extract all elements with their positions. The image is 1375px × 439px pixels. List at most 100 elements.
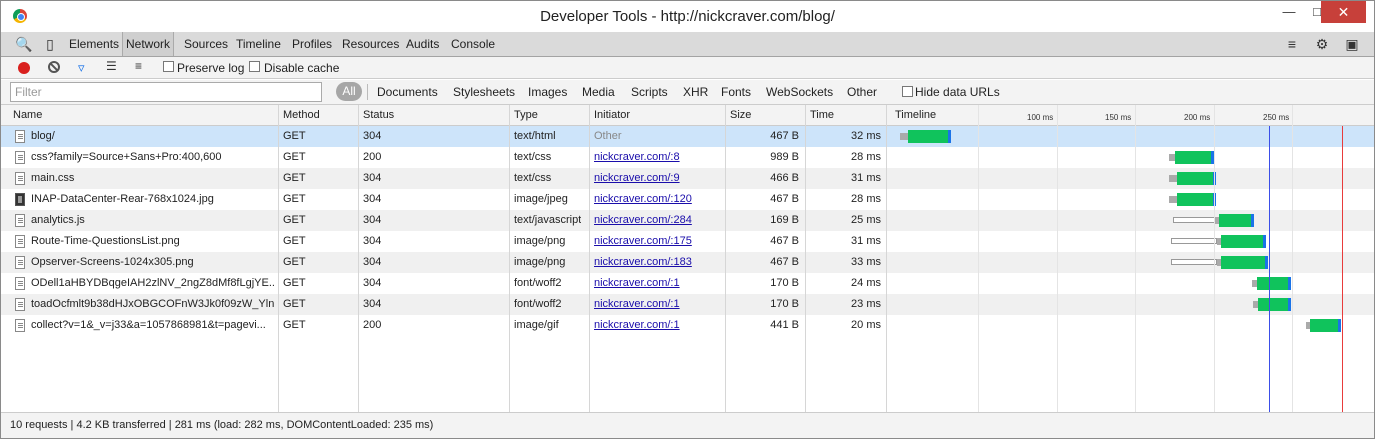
request-row[interactable]: ODell1aHBYDBqgeIAH2zlNV_2ngZ8dMf8fLgjYE.… — [1, 273, 1374, 294]
document-icon — [15, 130, 25, 143]
request-row[interactable]: toadOcfmlt9b38dHJxOBGCOFnW3Jk0f09zW_Yln.… — [1, 294, 1374, 315]
request-row[interactable]: blog/ GET 304 text/html Other 467 B 32 m… — [1, 126, 1374, 147]
request-time: 31 ms — [851, 235, 881, 247]
tab-audits[interactable]: Audits — [403, 32, 442, 56]
request-time: 20 ms — [851, 319, 881, 331]
column-timeline[interactable]: Timeline — [895, 109, 936, 121]
column-size[interactable]: Size — [730, 109, 751, 121]
preserve-log-checkbox[interactable] — [163, 61, 174, 72]
request-type: font/woff2 — [514, 277, 562, 289]
document-icon — [15, 151, 25, 164]
filter-websockets[interactable]: WebSockets — [766, 85, 833, 99]
timeline-download-bar — [908, 130, 948, 143]
network-toolbar: ▿ ☰ ≡ Preserve log Disable cache — [1, 57, 1374, 79]
tab-elements[interactable]: Elements — [66, 32, 122, 56]
overview-icon[interactable]: ≡ — [135, 59, 142, 73]
filter-fonts[interactable]: Fonts — [721, 85, 751, 99]
console-drawer-icon[interactable]: ≡ — [1283, 35, 1301, 53]
record-icon[interactable] — [18, 62, 30, 74]
column-divider — [509, 105, 510, 412]
filter-scripts[interactable]: Scripts — [631, 85, 668, 99]
column-initiator[interactable]: Initiator — [594, 109, 630, 121]
request-status: 304 — [363, 130, 382, 142]
timeline-gridline — [978, 105, 979, 412]
filter-input[interactable] — [10, 82, 322, 102]
request-row[interactable]: Route-Time-QuestionsList.png GET 304 ima… — [1, 231, 1374, 252]
timeline-tick: 200 ms — [1184, 113, 1211, 122]
request-row[interactable]: INAP-DataCenter-Rear-768x1024.jpg GET 30… — [1, 189, 1374, 210]
tab-sources[interactable]: Sources — [181, 32, 231, 56]
request-row[interactable]: analytics.js GET 304 text/javascript nic… — [1, 210, 1374, 231]
hide-data-urls-label: Hide data URLs — [915, 85, 1000, 99]
request-initiator-link[interactable]: nickcraver.com/:1 — [594, 319, 680, 331]
tab-timeline[interactable]: Timeline — [233, 32, 284, 56]
timeline-download-bar — [1177, 172, 1213, 185]
document-icon — [15, 214, 25, 227]
request-method: GET — [283, 235, 306, 247]
request-time: 24 ms — [851, 277, 881, 289]
request-initiator-link[interactable]: nickcraver.com/:120 — [594, 193, 692, 205]
request-initiator-link[interactable]: nickcraver.com/:175 — [594, 235, 692, 247]
request-name: collect?v=1&_v=j33&a=1057868981&t=pagevi… — [31, 319, 266, 331]
tab-network[interactable]: Network — [122, 32, 175, 56]
request-initiator-link[interactable]: nickcraver.com/:284 — [594, 214, 692, 226]
filter-icon[interactable]: ▿ — [78, 60, 85, 76]
request-size: 170 B — [770, 277, 799, 289]
title-bar: Developer Tools - http://nickcraver.com/… — [1, 1, 1374, 32]
filter-media[interactable]: Media — [582, 85, 615, 99]
close-button[interactable]: ✕ — [1321, 1, 1366, 23]
column-status[interactable]: Status — [363, 109, 394, 121]
document-icon — [15, 298, 25, 311]
filter-stylesheets[interactable]: Stylesheets — [453, 85, 515, 99]
request-size: 989 B — [770, 151, 799, 163]
dock-side-icon[interactable]: ▣ — [1343, 35, 1361, 53]
timeline-gridline — [1292, 105, 1293, 412]
request-initiator-link[interactable]: nickcraver.com/:1 — [594, 277, 680, 289]
document-icon — [15, 172, 25, 185]
column-method[interactable]: Method — [283, 109, 320, 121]
inspect-element-icon[interactable]: 🔍 — [15, 35, 33, 53]
gear-icon[interactable]: ⚙ — [1313, 35, 1331, 53]
filter-other[interactable]: Other — [847, 85, 877, 99]
timeline-download-bar — [1221, 256, 1265, 269]
clear-icon[interactable] — [48, 61, 60, 73]
request-initiator-link[interactable]: nickcraver.com/:1 — [594, 298, 680, 310]
request-name: blog/ — [31, 130, 55, 142]
request-time: 31 ms — [851, 172, 881, 184]
request-row[interactable]: Opserver-Screens-1024x305.png GET 304 im… — [1, 252, 1374, 273]
filter-documents[interactable]: Documents — [377, 85, 438, 99]
timeline-download-bar — [1219, 214, 1251, 227]
disable-cache-label: Disable cache — [264, 61, 340, 75]
minimize-button[interactable]: — — [1275, 1, 1303, 23]
request-row[interactable]: css?family=Source+Sans+Pro:400,600 GET 2… — [1, 147, 1374, 168]
request-initiator-link[interactable]: nickcraver.com/:9 — [594, 172, 680, 184]
hide-data-urls-checkbox[interactable] — [902, 86, 913, 97]
request-type: image/png — [514, 235, 566, 247]
tab-console[interactable]: Console — [448, 32, 498, 56]
column-time[interactable]: Time — [810, 109, 834, 121]
timeline-gridline — [1057, 105, 1058, 412]
tab-resources[interactable]: Resources — [339, 32, 402, 56]
request-row[interactable]: collect?v=1&_v=j33&a=1057868981&t=pagevi… — [1, 315, 1374, 336]
column-name[interactable]: Name — [13, 109, 42, 121]
request-initiator-link[interactable]: nickcraver.com/:8 — [594, 151, 680, 163]
large-rows-icon[interactable]: ☰ — [106, 59, 117, 73]
request-method: GET — [283, 277, 306, 289]
filter-all-button[interactable]: All — [336, 82, 362, 101]
preserve-log-label: Preserve log — [177, 61, 245, 75]
timeline-download-bar — [1221, 235, 1263, 248]
request-row[interactable]: main.css GET 304 text/css nickcraver.com… — [1, 168, 1374, 189]
request-time: 33 ms — [851, 256, 881, 268]
timeline-receive-bar — [948, 130, 951, 143]
device-mode-icon[interactable]: ▯ — [41, 35, 59, 53]
image-thumbnail-icon — [15, 193, 25, 206]
disable-cache-checkbox[interactable] — [249, 61, 260, 72]
filter-images[interactable]: Images — [528, 85, 567, 99]
column-type[interactable]: Type — [514, 109, 538, 121]
request-initiator-link[interactable]: nickcraver.com/:183 — [594, 256, 692, 268]
tab-profiles[interactable]: Profiles — [289, 32, 335, 56]
filter-xhr[interactable]: XHR — [683, 85, 708, 99]
timeline-waiting-bar — [900, 133, 908, 140]
request-name: analytics.js — [31, 214, 85, 226]
request-name: Route-Time-QuestionsList.png — [31, 235, 180, 247]
